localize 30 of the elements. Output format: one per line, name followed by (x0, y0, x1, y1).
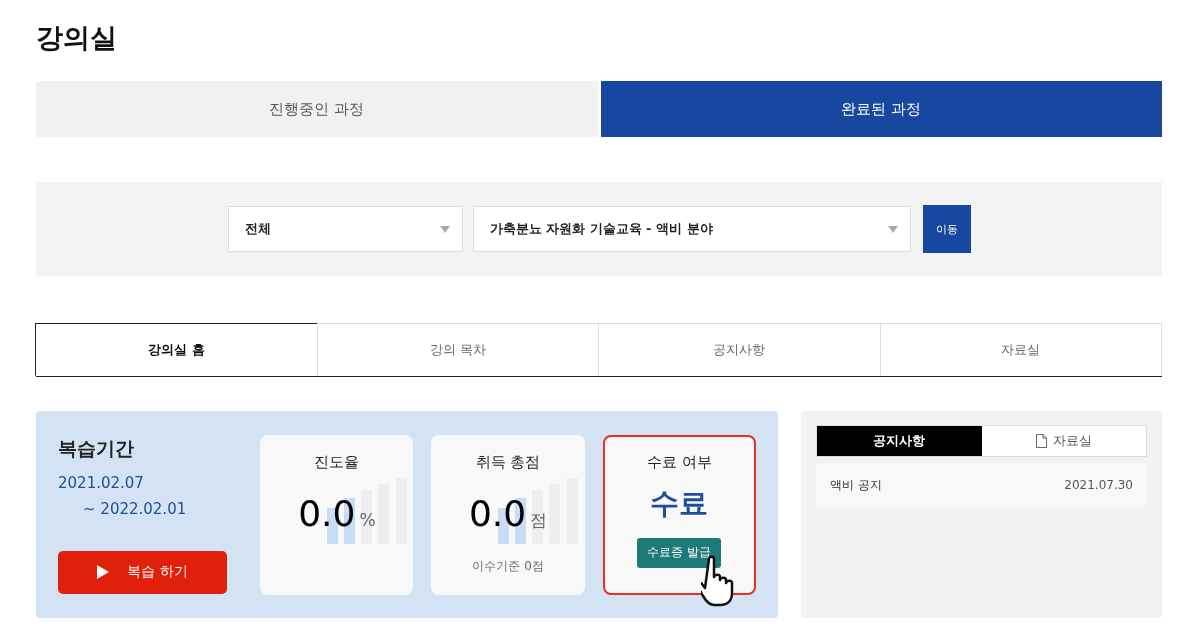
dropdown-arrow-icon (887, 225, 898, 233)
section-tab[interactable]: 강의실 홈 (35, 323, 318, 376)
stat-title: 취득 총점 (475, 452, 541, 472)
notice-date: 2021.07.30 (1064, 478, 1133, 492)
section-tab[interactable]: 강의 목차 (316, 323, 599, 376)
notice-row[interactable]: 액비 공지 2021.07.30 (816, 463, 1147, 507)
review-start-date: 2021.02.07 (58, 473, 145, 492)
board-tab[interactable]: 자료실 (981, 426, 1146, 456)
stat-note: 이수기준 0점 (472, 557, 544, 575)
course-tab[interactable]: 완료된 과정 (600, 81, 1162, 137)
review-end-date: ~ 2022.02.01 (82, 499, 188, 518)
stat-unit: % (359, 509, 376, 530)
stat-unit: 점 (530, 508, 548, 532)
section-tab[interactable]: 자료실 (879, 323, 1162, 376)
stat-title: 수료 여부 (646, 452, 712, 472)
notice-title: 액비 공지 (830, 476, 882, 494)
completion-status: 수료 (650, 484, 709, 522)
stat-value: 0.0 (468, 493, 527, 534)
category-select[interactable]: 전체 (227, 206, 463, 252)
review-button[interactable]: 복습 하기 (58, 550, 227, 594)
play-icon (97, 565, 110, 579)
course-select[interactable]: 가축분뇨 자원화 기술교육 - 액비 분야 (472, 206, 911, 252)
course-tab[interactable]: 진행중인 과정 (36, 81, 598, 137)
page-title: 강의실 (36, 21, 118, 55)
stat-title: 진도율 (314, 452, 360, 472)
stat-value: 0.0 (298, 493, 356, 534)
review-title: 복습기간 (58, 435, 135, 461)
dropdown-arrow-icon (439, 225, 450, 233)
go-button[interactable]: 이동 (922, 205, 971, 253)
board-tab[interactable]: 공지사항 (817, 426, 982, 456)
